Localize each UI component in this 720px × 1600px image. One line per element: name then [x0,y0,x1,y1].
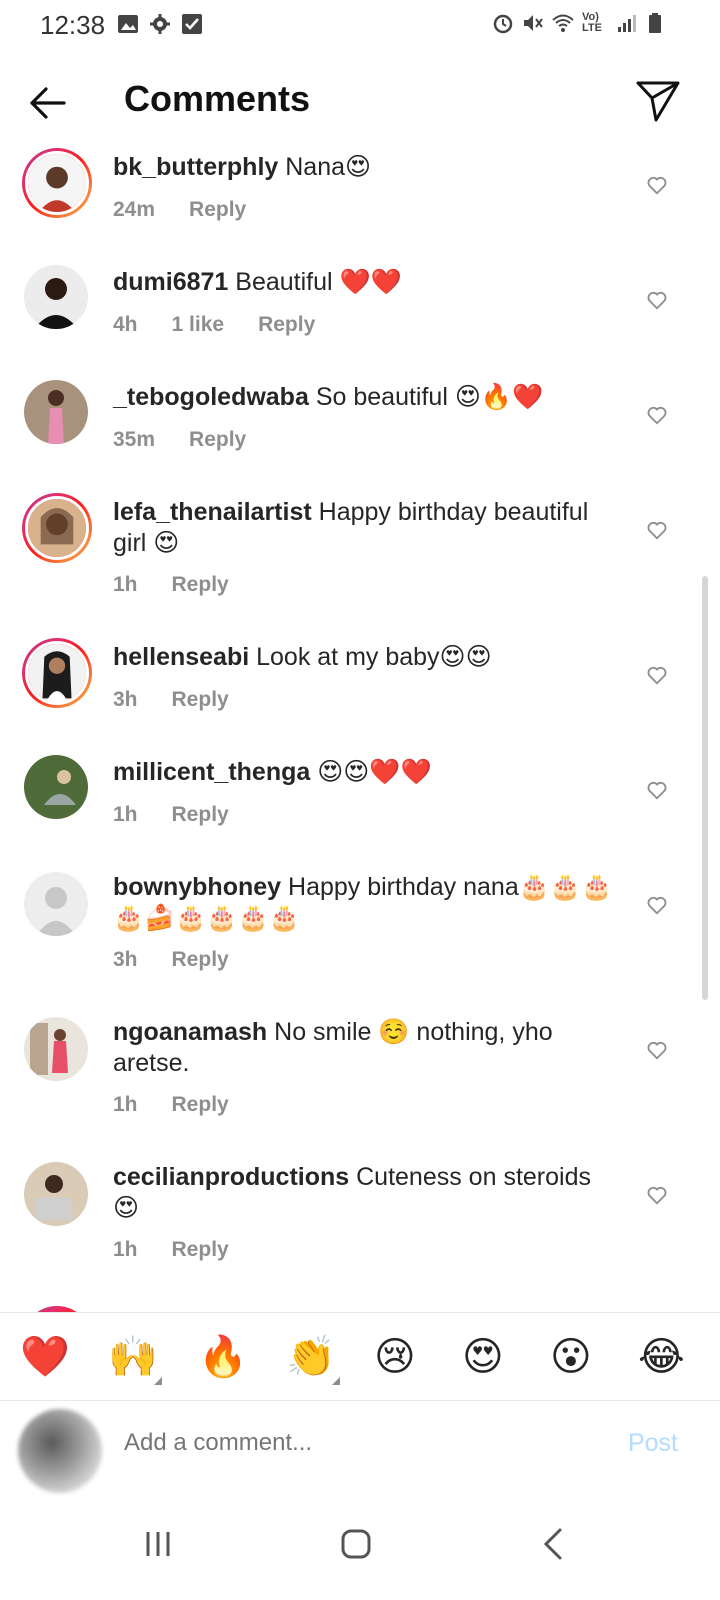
comment-text: So beautiful 😍🔥❤️ [315,383,544,411]
scrollbar[interactable] [702,576,708,1000]
reply-button[interactable]: Reply [172,1093,229,1117]
comment-item: cecilianproductions Cuteness on steroids… [0,1154,720,1294]
comment-time: 4h [113,313,138,336]
avatar[interactable] [22,638,92,708]
avatar[interactable] [24,755,88,819]
comment-time: 3h [113,688,138,711]
volte-label: Vo) LTE [582,11,602,34]
reaction-raising-hands[interactable]: 🙌 [108,1333,158,1381]
like-heart-icon[interactable] [646,1184,668,1206]
like-heart-icon[interactable] [646,174,668,196]
avatar[interactable] [24,1017,88,1081]
reply-button[interactable]: Reply [172,573,229,597]
comment-text: Nana😍 [285,153,372,181]
reaction-fire[interactable]: 🔥 [198,1333,248,1381]
like-heart-icon[interactable] [646,1039,668,1061]
comment-username[interactable]: _tebogoledwaba [113,383,309,411]
like-heart-icon[interactable] [646,664,668,686]
comment-item: hellenseabi Look at my baby😍😍 3h Reply [0,634,720,744]
comment-username[interactable]: bk_butterphly [113,153,278,181]
avatar[interactable] [24,380,88,444]
comment-username[interactable]: dumi6871 [113,268,228,296]
comment-text: Look at my baby😍😍 [256,643,492,671]
comments-header: Comments [0,62,720,142]
comment-item-partial [0,1302,720,1312]
reply-button[interactable]: Reply [189,198,246,222]
comment-time: 1h [113,803,138,826]
comment-time: 3h [113,948,138,971]
like-heart-icon[interactable] [646,289,668,311]
reaction-heart-eyes[interactable]: 😍 [462,1333,504,1381]
reply-button[interactable]: Reply [172,688,229,712]
comment-input[interactable] [124,1429,584,1457]
comment-username[interactable]: lefa_thenailartist [113,498,312,526]
avatar[interactable] [22,493,92,563]
user-avatar [18,1409,102,1493]
comment-text: Beautiful ❤️❤️ [235,268,402,296]
comment-time: 24m [113,198,156,221]
comment-username[interactable]: ngoanamash [113,1018,267,1046]
status-time: 12:38 [40,10,106,40]
system-nav-bar [0,1492,720,1600]
reply-button[interactable]: Reply [258,313,315,337]
comment-username[interactable]: hellenseabi [113,643,249,671]
reply-button[interactable]: Reply [189,428,246,452]
comment-item: millicent_thenga 😍😍❤️❤️ 1h Reply [0,749,720,859]
comment-item: lefa_thenailartist Happy birthday beauti… [0,489,720,629]
avatar[interactable] [22,148,92,218]
image-icon [118,15,138,33]
comment-likes[interactable]: 1 like [172,313,225,337]
comment-item: bk_butterphly Nana😍 24m Reply [0,144,720,254]
wifi-icon [552,14,574,32]
battery-icon [649,13,661,33]
post-button[interactable]: Post [628,1429,678,1458]
comment-text: 😍😍❤️❤️ [317,758,432,786]
mute-icon [524,15,543,31]
avatar[interactable] [24,265,88,329]
back-nav-icon[interactable] [530,1520,578,1568]
recent-apps-icon[interactable] [134,1520,182,1568]
comments-list[interactable]: bk_butterphly Nana😍 24m Reply dumi6871 B… [0,140,720,1312]
reply-button[interactable]: Reply [172,803,229,827]
reaction-crying[interactable]: 😢 [374,1333,416,1381]
quick-reactions-bar: ❤️ 🙌 🔥 👏 😢 😍 😮 😂 [0,1312,720,1401]
comment-item: _tebogoledwaba So beautiful 😍🔥❤️ 35m Rep… [0,374,720,484]
reaction-clapping[interactable]: 👏 [286,1333,336,1381]
reply-button[interactable]: Reply [172,1238,229,1262]
like-heart-icon[interactable] [646,779,668,801]
avatar[interactable] [24,1162,88,1226]
checkbox-icon [182,14,202,34]
reply-button[interactable]: Reply [172,948,229,972]
home-icon[interactable] [332,1520,380,1568]
comment-composer: Post [0,1400,720,1493]
comment-time: 35m [113,428,156,451]
send-icon[interactable] [634,76,682,124]
avatar[interactable] [24,872,88,936]
like-heart-icon[interactable] [646,519,668,541]
comment-item: dumi6871 Beautiful ❤️❤️ 4h 1 like Reply [0,259,720,369]
reaction-laughing[interactable]: 😂 [638,1333,685,1381]
reaction-surprised[interactable]: 😮 [550,1333,592,1381]
gear-icon [150,14,170,34]
comment-item: ngoanamash No smile ☺️ nothing, yho aret… [0,1009,720,1149]
comment-item: bownybhoney Happy birthday nana🎂🎂🎂🎂🍰🎂🎂🎂🎂… [0,864,720,1004]
comment-username[interactable]: millicent_thenga [113,758,310,786]
comment-username[interactable]: cecilianproductions [113,1163,349,1191]
like-heart-icon[interactable] [646,894,668,916]
page-title: Comments [124,78,311,119]
skin-tone-indicator [154,1377,162,1385]
alarm-icon [493,14,513,34]
reaction-heart[interactable]: ❤️ [20,1333,70,1381]
skin-tone-indicator [332,1377,340,1385]
signal-icon [618,15,636,32]
status-bar: 12:38 Vo) LTE [0,0,720,56]
back-arrow-icon[interactable] [24,78,74,128]
comment-time: 1h [113,1093,138,1116]
comment-username[interactable]: bownybhoney [113,873,281,901]
like-heart-icon[interactable] [646,404,668,426]
comment-time: 1h [113,573,138,596]
comment-time: 1h [113,1238,138,1261]
